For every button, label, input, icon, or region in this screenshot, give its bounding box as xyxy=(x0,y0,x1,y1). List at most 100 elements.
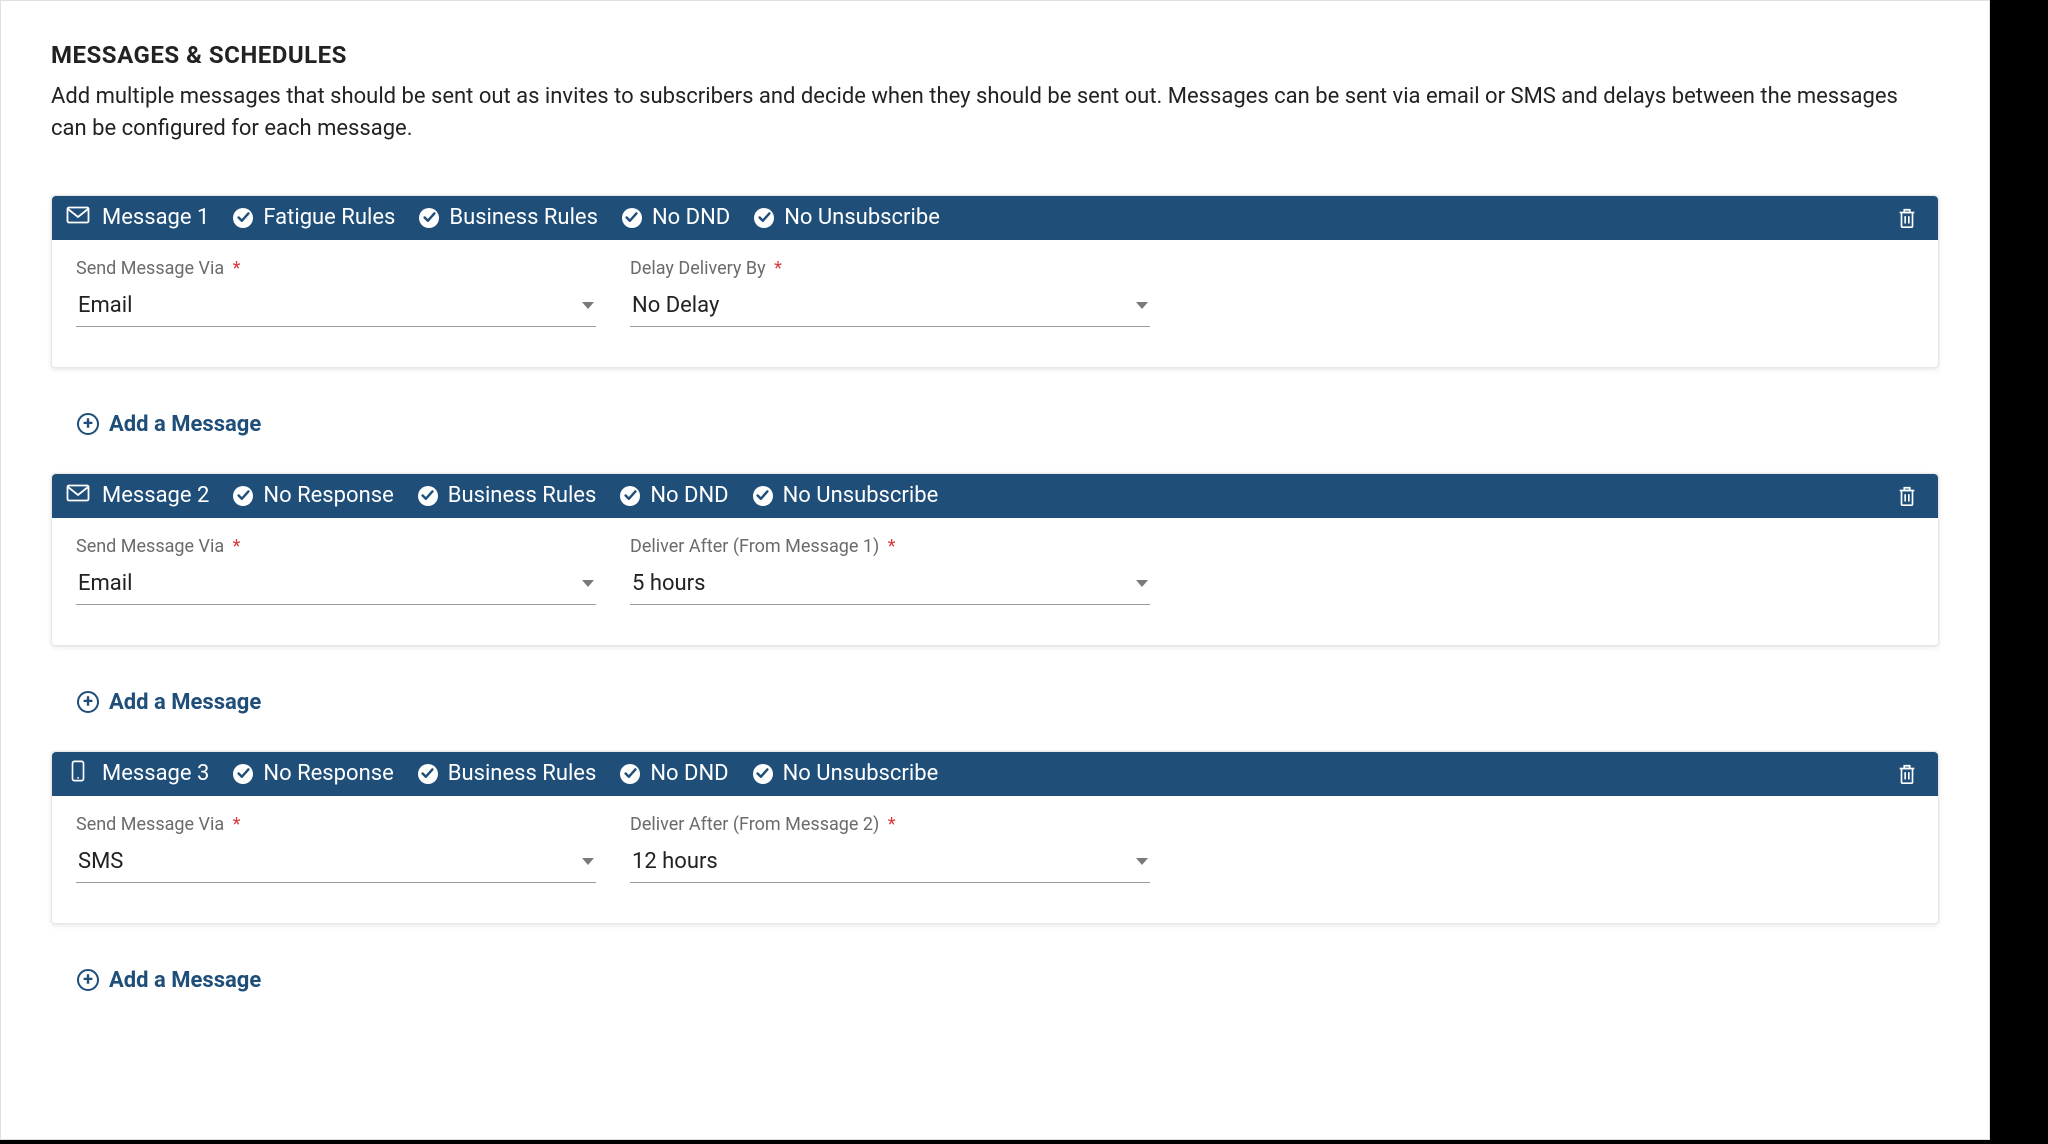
message-card: Message 2 No Response Business Rules No … xyxy=(51,473,1939,646)
message-body: Send Message Via * SMS Deliver After (From… xyxy=(76,796,1914,883)
message-header[interactable]: Message 1 Fatigue Rules Business Rules N… xyxy=(52,196,1938,240)
add-message-label: Add a Message xyxy=(109,690,261,715)
check-icon xyxy=(233,486,253,506)
messages-schedules-panel: MESSAGES & SCHEDULES Add multiple messag… xyxy=(0,0,1990,1140)
required-asterisk: * xyxy=(883,814,895,835)
header-tag-label: No DND xyxy=(650,483,728,508)
send-message-via-field: Send Message Via * SMS xyxy=(76,814,596,883)
header-tag: No Response xyxy=(233,761,393,786)
check-icon xyxy=(754,208,774,228)
section-title: MESSAGES & SCHEDULES xyxy=(51,41,1939,69)
chevron-down-icon xyxy=(1136,302,1148,309)
add-message-label: Add a Message xyxy=(109,412,261,437)
send-message-via-select[interactable]: SMS xyxy=(76,841,596,883)
send-message-via-select[interactable]: Email xyxy=(76,285,596,327)
check-icon xyxy=(418,764,438,784)
header-tag-label: No DND xyxy=(652,205,730,230)
header-tag-label: No Unsubscribe xyxy=(783,483,939,508)
delete-button[interactable] xyxy=(1896,207,1918,229)
header-tag: No Unsubscribe xyxy=(753,483,939,508)
chevron-down-icon xyxy=(582,580,594,587)
message-card: Message 1 Fatigue Rules Business Rules N… xyxy=(51,195,1939,368)
message-title: Message 2 xyxy=(102,483,209,508)
required-asterisk: * xyxy=(770,258,782,279)
message-title: Message 3 xyxy=(102,761,209,786)
header-tag-label: No Response xyxy=(263,483,393,508)
check-icon xyxy=(419,208,439,228)
plus-circle-icon: + xyxy=(77,969,99,991)
send-message-via-value: Email xyxy=(78,571,132,596)
delay-delivery-value: 12 hours xyxy=(632,849,718,874)
add-message-label: Add a Message xyxy=(109,968,261,993)
send-message-via-label: Send Message Via * xyxy=(76,258,596,279)
delay-delivery-value: No Delay xyxy=(632,293,719,318)
delay-delivery-label: Deliver After (From Message 2) * xyxy=(630,814,1150,835)
header-tag-label: No Unsubscribe xyxy=(784,205,940,230)
message-body: Send Message Via * Email Deliver After (Fr… xyxy=(76,518,1914,605)
delete-button[interactable] xyxy=(1896,763,1918,785)
check-icon xyxy=(233,764,253,784)
send-message-via-field: Send Message Via * Email xyxy=(76,258,596,327)
send-message-via-label: Send Message Via * xyxy=(76,536,596,557)
header-tag: Fatigue Rules xyxy=(233,205,395,230)
header-tag: No Response xyxy=(233,483,393,508)
plus-circle-icon: + xyxy=(77,691,99,713)
required-asterisk: * xyxy=(228,536,240,557)
add-message-button[interactable]: + Add a Message xyxy=(51,670,1939,751)
mail-icon xyxy=(66,204,90,232)
header-tag-label: Business Rules xyxy=(448,761,597,786)
message-card: Message 3 No Response Business Rules No … xyxy=(51,751,1939,924)
header-tag-label: Business Rules xyxy=(449,205,598,230)
header-tag: Business Rules xyxy=(419,205,598,230)
check-icon xyxy=(620,486,640,506)
message-header[interactable]: Message 3 No Response Business Rules No … xyxy=(52,752,1938,796)
header-tag: No DND xyxy=(620,761,728,786)
check-icon xyxy=(622,208,642,228)
check-icon xyxy=(620,764,640,784)
required-asterisk: * xyxy=(228,258,240,279)
mail-icon xyxy=(66,482,90,510)
check-icon xyxy=(753,486,773,506)
message-title: Message 1 xyxy=(102,205,209,230)
delay-delivery-select[interactable]: 12 hours xyxy=(630,841,1150,883)
chevron-down-icon xyxy=(582,302,594,309)
header-tag: No Unsubscribe xyxy=(754,205,940,230)
required-asterisk: * xyxy=(883,536,895,557)
send-message-via-label: Send Message Via * xyxy=(76,814,596,835)
check-icon xyxy=(753,764,773,784)
delay-delivery-field: Deliver After (From Message 2) * 12 hours xyxy=(630,814,1150,883)
message-body: Send Message Via * Email Delay Delivery By… xyxy=(76,240,1914,327)
chevron-down-icon xyxy=(582,858,594,865)
header-tag: No Unsubscribe xyxy=(753,761,939,786)
header-tag-label: Business Rules xyxy=(448,483,597,508)
header-tag: Business Rules xyxy=(418,761,597,786)
plus-circle-icon: + xyxy=(77,413,99,435)
send-message-via-field: Send Message Via * Email xyxy=(76,536,596,605)
delay-delivery-label: Delay Delivery By * xyxy=(630,258,1150,279)
add-message-button[interactable]: + Add a Message xyxy=(51,392,1939,473)
delay-delivery-value: 5 hours xyxy=(632,571,705,596)
required-asterisk: * xyxy=(228,814,240,835)
delay-delivery-select[interactable]: No Delay xyxy=(630,285,1150,327)
section-description: Add multiple messages that should be sen… xyxy=(51,81,1911,145)
header-tag-label: No Response xyxy=(263,761,393,786)
check-icon xyxy=(418,486,438,506)
check-icon xyxy=(233,208,253,228)
send-message-via-value: SMS xyxy=(78,849,123,874)
header-tag-label: No DND xyxy=(650,761,728,786)
header-tag: No DND xyxy=(620,483,728,508)
delay-delivery-field: Delay Delivery By * No Delay xyxy=(630,258,1150,327)
chevron-down-icon xyxy=(1136,858,1148,865)
message-header[interactable]: Message 2 No Response Business Rules No … xyxy=(52,474,1938,518)
header-tag-label: Fatigue Rules xyxy=(263,205,395,230)
phone-icon xyxy=(66,760,90,788)
delay-delivery-field: Deliver After (From Message 1) * 5 hours xyxy=(630,536,1150,605)
chevron-down-icon xyxy=(1136,580,1148,587)
delete-button[interactable] xyxy=(1896,485,1918,507)
send-message-via-select[interactable]: Email xyxy=(76,563,596,605)
add-message-button[interactable]: + Add a Message xyxy=(51,948,1939,1029)
header-tag: No DND xyxy=(622,205,730,230)
send-message-via-value: Email xyxy=(78,293,132,318)
delay-delivery-select[interactable]: 5 hours xyxy=(630,563,1150,605)
delay-delivery-label: Deliver After (From Message 1) * xyxy=(630,536,1150,557)
